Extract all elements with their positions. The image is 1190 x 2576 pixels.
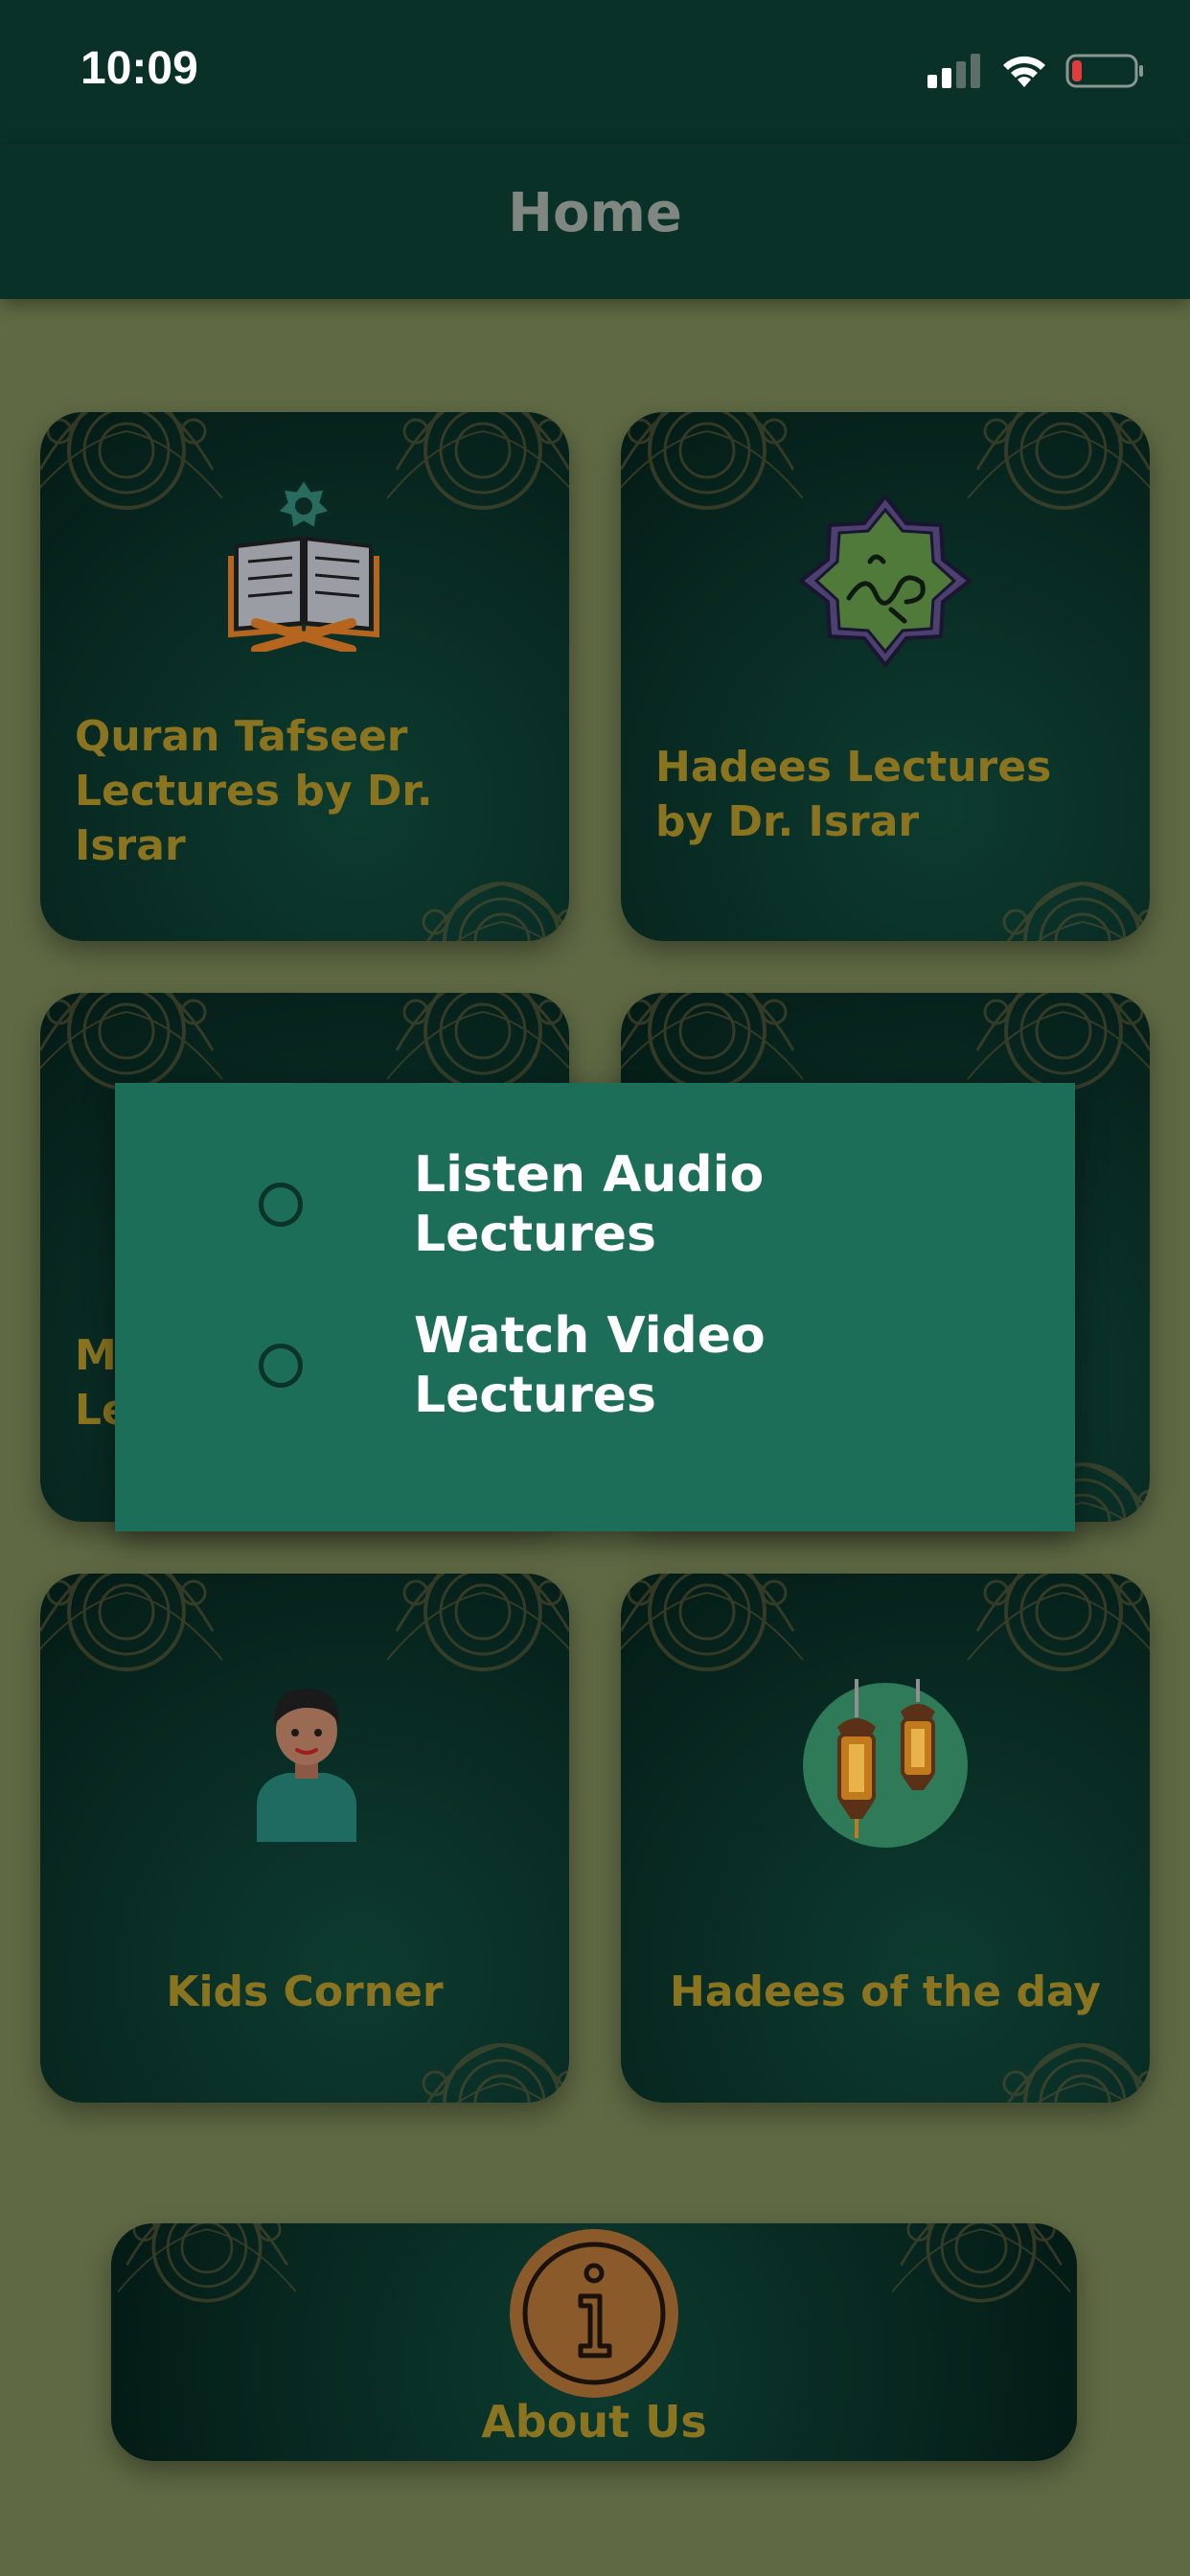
ornament-decoration [985, 882, 1150, 941]
status-icons [927, 50, 1144, 92]
kid-avatar-icon [257, 1689, 356, 1842]
quran-book-icon [228, 479, 379, 652]
ornament-decoration [385, 1574, 569, 1671]
page-title: Home [508, 182, 682, 244]
lecture-type-dialog: Listen Audio Lectures Watch Video Lectur… [115, 1083, 1075, 1531]
radio-button[interactable] [259, 1344, 303, 1388]
ornament-decoration [40, 1574, 224, 1671]
status-bar: 10:09 [0, 0, 1190, 144]
ornament-decoration [404, 2043, 569, 2103]
ornament-decoration [116, 2223, 298, 2303]
battery-icon [1065, 54, 1143, 88]
about-us-button[interactable]: About Us [111, 2223, 1077, 2461]
card-label: Hadees Lectures by Dr. Israr [655, 743, 1052, 846]
about-us-label: About Us [481, 2396, 707, 2448]
card-label: Kids Corner [166, 1967, 444, 2016]
muhammad-calligraphy-icon [799, 494, 972, 667]
radio-button[interactable] [259, 1183, 303, 1227]
card-hadees-lectures[interactable]: Hadees Lectures by Dr. Israr [621, 412, 1150, 941]
card-hadees-of-the-day[interactable]: Hadees of the day [621, 1574, 1150, 2103]
option-listen-audio[interactable]: Listen Audio Lectures [259, 1142, 1025, 1267]
ornament-decoration [621, 1574, 805, 1671]
card-label: Quran Tafseer Lectures by Dr. Israr [75, 712, 433, 870]
lanterns-icon [803, 1679, 968, 1848]
ornament-decoration [404, 882, 569, 941]
ornament-decoration [890, 2223, 1072, 2303]
option-label: Watch Video Lectures [414, 1307, 766, 1424]
ornament-decoration [985, 2043, 1150, 2103]
status-time: 10:09 [80, 43, 198, 94]
option-watch-video[interactable]: Watch Video Lectures [259, 1303, 1025, 1428]
ornament-decoration [966, 1574, 1150, 1671]
ornament-decoration [966, 412, 1150, 510]
card-label: Hadees of the day [670, 1967, 1101, 2016]
card-quran-tafseer[interactable]: Quran Tafseer Lectures by Dr. Israr [40, 412, 569, 941]
ornament-decoration [40, 412, 224, 510]
card-kids-corner[interactable]: Kids Corner [40, 1574, 569, 2103]
navigation-bar: Home [0, 144, 1190, 299]
wifi-icon [1003, 56, 1045, 87]
signal-icon [927, 54, 980, 88]
info-icon [510, 2229, 678, 2398]
ornament-decoration [621, 412, 805, 510]
option-label: Listen Audio Lectures [414, 1146, 765, 1263]
ornament-decoration [385, 412, 569, 510]
